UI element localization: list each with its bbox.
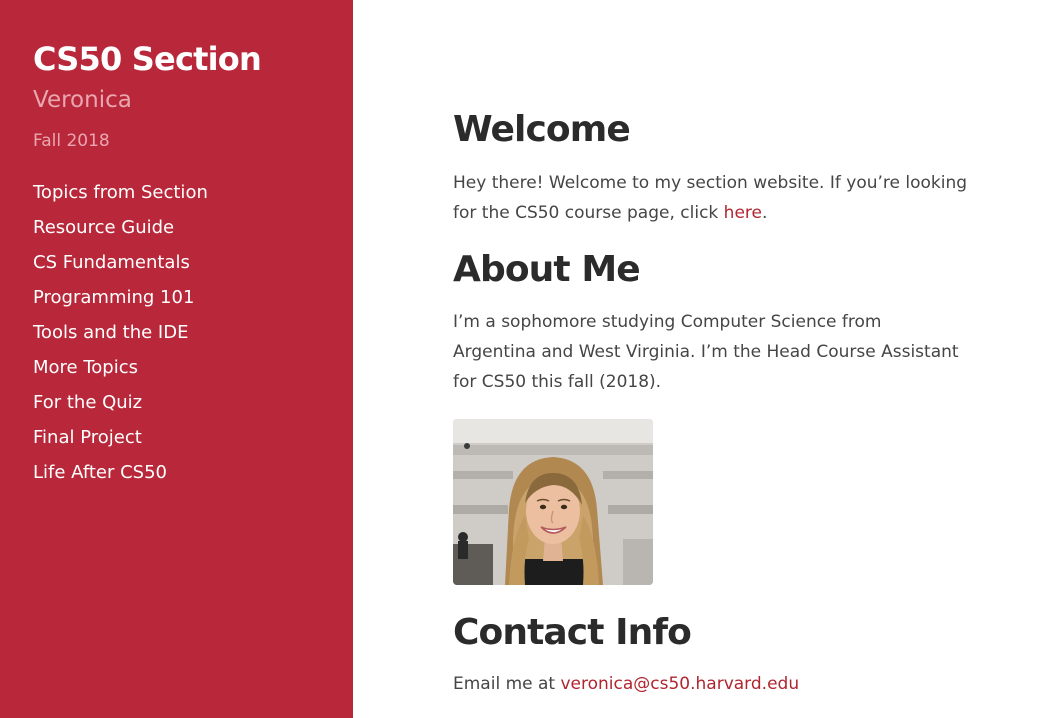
welcome-heading: Welcome [453, 109, 631, 150]
nav-item-programming-101[interactable]: Programming 101 [33, 285, 353, 320]
contact-heading: Contact Info [453, 612, 692, 653]
about-paragraph: I’m a sophomore studying Computer Scienc… [453, 312, 959, 392]
course-page-link[interactable]: here [724, 203, 762, 223]
contact-paragraph: Email me at veronica@cs50.harvard.edu [453, 669, 993, 699]
nav-item-topics-from-section[interactable]: Topics from Section [33, 180, 353, 215]
nav-item-more-topics[interactable]: More Topics [33, 355, 353, 390]
welcome-text: Hey there! Welcome to my section website… [453, 173, 968, 223]
site-author: Veronica [33, 87, 132, 113]
welcome-text-end: . [761, 203, 768, 223]
site-title[interactable]: CS50 Section [33, 38, 353, 80]
contact-text: Email me at [453, 674, 561, 694]
main-content: Welcome Hey there! Welcome to my section… [453, 106, 993, 699]
nav-item-life-after-cs50[interactable]: Life After CS50 [33, 460, 353, 495]
nav-item-for-the-quiz[interactable]: For the Quiz [33, 390, 353, 425]
site-term: Fall 2018 [33, 131, 110, 151]
nav-item-cs-fundamentals[interactable]: CS Fundamentals [33, 250, 353, 285]
sidebar: CS50 Section Veronica Fall 2018 Topics f… [0, 0, 353, 718]
profile-photo [453, 419, 653, 585]
nav-item-tools-and-the-ide[interactable]: Tools and the IDE [33, 320, 353, 355]
email-link[interactable]: veronica@cs50.harvard.edu [560, 674, 799, 694]
nav-item-final-project[interactable]: Final Project [33, 425, 353, 460]
about-heading: About Me [453, 249, 641, 290]
nav-item-resource-guide[interactable]: Resource Guide [33, 215, 353, 250]
welcome-paragraph: Hey there! Welcome to my section website… [453, 168, 993, 228]
sidebar-nav: Topics from Section Resource Guide CS Fu… [33, 180, 353, 495]
page: CS50 Section Veronica Fall 2018 Topics f… [0, 0, 1044, 718]
